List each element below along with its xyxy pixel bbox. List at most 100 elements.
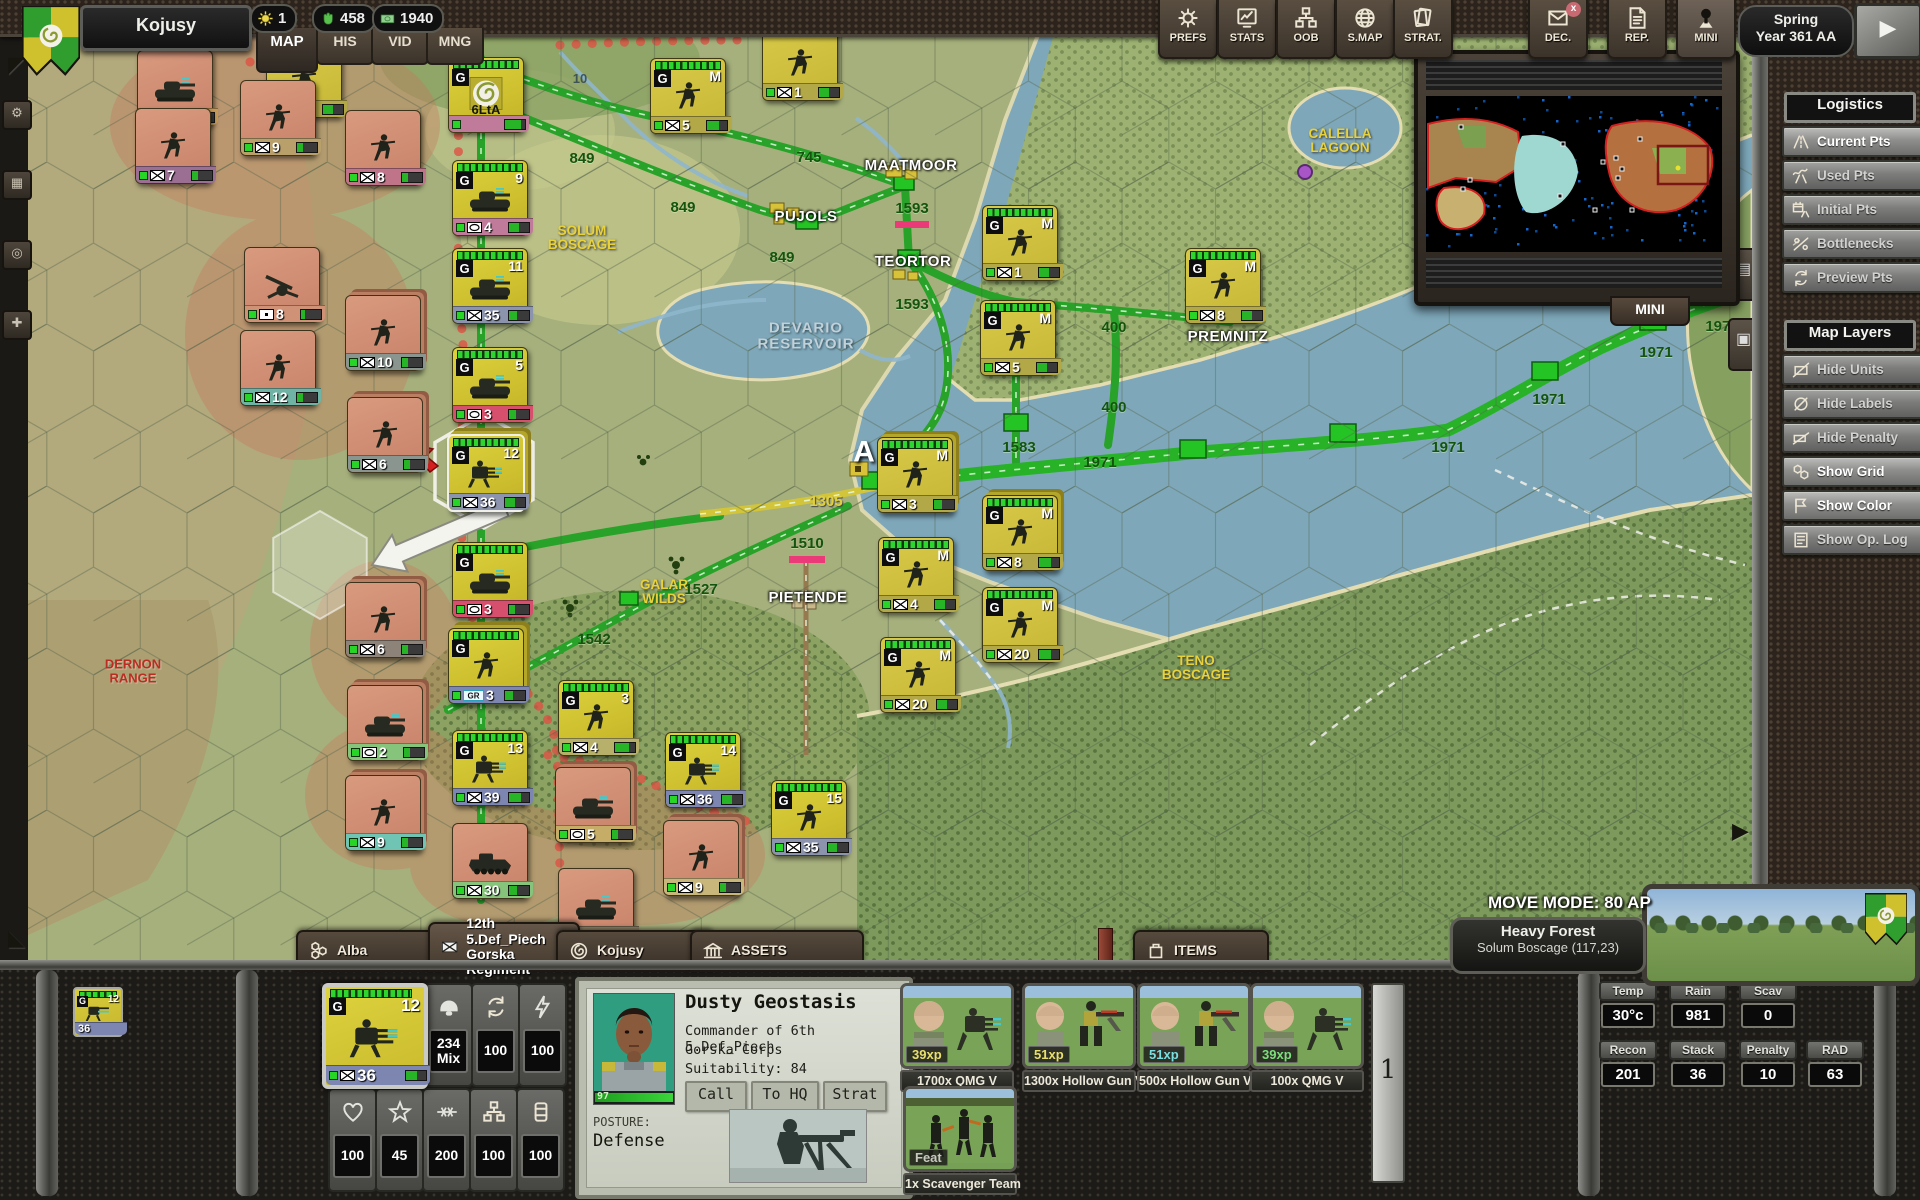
scroll-down-left-arrow[interactable]: ◣ xyxy=(8,925,25,951)
readiness-bar xyxy=(1241,310,1263,321)
sidebar-button-initial-pts[interactable]: Initial Pts xyxy=(1782,194,1920,225)
troop-card-1x-scavenger-team[interactable]: Feat1x Scavenger Team xyxy=(903,1086,1017,1195)
troop-card-500x-hollow-gun-v[interactable]: 51xp500x Hollow Gun V xyxy=(1137,983,1251,1092)
friendly-unit-counter-35[interactable]: G1535 xyxy=(771,780,847,856)
sidebar-button-current-pts[interactable]: Current Pts xyxy=(1782,126,1920,157)
counter-id: M xyxy=(1041,505,1053,521)
end-turn-button[interactable]: ▶ xyxy=(1854,3,1920,59)
stacked-unit-counter-small[interactable]: G1236 xyxy=(73,987,123,1037)
friendly-unit-counter-4[interactable]: G34 xyxy=(558,680,634,756)
friendly-unit-counter-5[interactable]: GM5 xyxy=(980,300,1056,376)
supply-dot xyxy=(456,410,465,419)
map-edge-tool-3[interactable]: ✚ xyxy=(2,310,32,340)
commander-strat-button[interactable]: Strat xyxy=(823,1081,887,1112)
map-tab-his[interactable]: HIS xyxy=(316,28,374,65)
enemy-unit-counter-8[interactable]: 8 xyxy=(244,247,320,323)
enemy-unit-counter-10[interactable]: 10 xyxy=(345,295,421,371)
svg-text:GR: GR xyxy=(468,691,480,700)
map-edge-tool-0[interactable]: ⚙ xyxy=(2,100,32,130)
troop-card-100x-qmg-v[interactable]: 39xp100x QMG V xyxy=(1250,983,1364,1092)
strength-band: 9 xyxy=(346,833,426,850)
sidebar-button-used-pts[interactable]: Used Pts xyxy=(1782,160,1920,191)
readiness-bar xyxy=(322,104,344,115)
troop-card-1700x-qmg-v[interactable]: 39xp1700x QMG V xyxy=(900,983,1014,1092)
menu-smap-button[interactable]: S.MAP xyxy=(1335,0,1395,59)
enemy-unit-counter-9[interactable]: 9 xyxy=(663,820,739,896)
sidebar-button-bottlenecks[interactable]: Bottlenecks xyxy=(1782,228,1920,259)
map-tab-vid[interactable]: VID xyxy=(371,28,429,65)
stat-barbed-wire: 200 xyxy=(422,1088,471,1192)
troop-list-scrollbar[interactable]: 1 xyxy=(1371,983,1405,1183)
friendly-unit-counter-3[interactable]: G3 xyxy=(452,542,528,618)
minimap-tab[interactable]: MINI xyxy=(1610,296,1690,326)
strength-band: 7 xyxy=(136,166,216,183)
enemy-unit-counter-9[interactable]: 9 xyxy=(345,775,421,851)
enemy-unit-counter-6[interactable]: 6 xyxy=(347,397,423,473)
stat-helmet: 234 Mix xyxy=(424,983,473,1087)
sidebar-button-hide-labels[interactable]: Hide Labels xyxy=(1782,388,1920,419)
menu-strat-button[interactable]: STRAT. xyxy=(1393,0,1453,59)
friendly-unit-counter-6LtA[interactable]: G6LtA xyxy=(448,57,524,133)
friendly-unit-counter-39[interactable]: G1339 xyxy=(452,730,528,806)
friendly-unit-counter-20[interactable]: GM20 xyxy=(982,587,1058,663)
map-edge-tool-2[interactable]: ◎ xyxy=(2,240,32,270)
sidebar-header-logistics: Logistics xyxy=(1784,92,1916,123)
friendly-unit-counter-1[interactable]: GM1 xyxy=(982,205,1058,281)
menu-stats-button[interactable]: STATS xyxy=(1217,0,1277,59)
friendly-unit-counter-20[interactable]: GM20 xyxy=(880,637,956,713)
commander-call-button[interactable]: Call xyxy=(685,1081,747,1112)
menu-mini-button[interactable]: MINI xyxy=(1676,0,1736,59)
enemy-unit-counter-9[interactable]: 9 xyxy=(240,80,316,156)
troop-card-1300x-hollow-gun-v[interactable]: 51xp1300x Hollow Gun V xyxy=(1022,983,1136,1092)
enemy-unit-counter-7[interactable]: 7 xyxy=(135,108,211,184)
minimap-canvas[interactable] xyxy=(1426,96,1722,252)
friendly-unit-counter-35[interactable]: G1135 xyxy=(452,248,528,324)
pipe-decoration xyxy=(1874,970,1896,1196)
sidebar-button-preview-pts[interactable]: Preview Pts xyxy=(1782,262,1920,293)
friendly-unit-counter-5[interactable]: GM5 xyxy=(650,58,726,134)
sidebar-button-hide-penalty[interactable]: Hide Penalty xyxy=(1782,422,1920,453)
friendly-unit-counter-8[interactable]: GM8 xyxy=(1185,248,1261,324)
selected-unit-counter-large[interactable]: G1236 xyxy=(322,983,428,1089)
friendly-unit-counter-8[interactable]: GM8 xyxy=(982,495,1058,571)
scroll-right-arrow[interactable]: ▶ xyxy=(1732,818,1749,844)
unit-art-inf xyxy=(365,418,405,457)
menu-oob-button[interactable]: OOB xyxy=(1276,0,1336,59)
friendly-unit-counter-3[interactable]: GGR3 xyxy=(448,628,524,704)
unit-art-tank xyxy=(573,891,619,926)
stat-value: 200 xyxy=(427,1134,466,1178)
strength-number: 9 xyxy=(695,880,703,894)
map-tab-map[interactable]: MAP xyxy=(256,28,318,73)
sidebar-button-show-op-log[interactable]: Show Op. Log xyxy=(1782,524,1920,555)
commander-tohq-button[interactable]: To HQ xyxy=(751,1081,819,1112)
map-edge-tool-1[interactable]: ▦ xyxy=(2,170,32,200)
menu-rep-button[interactable]: REP. xyxy=(1607,0,1667,59)
menu-prefs-button[interactable]: PREFS xyxy=(1158,0,1218,59)
enemy-unit-counter-12[interactable]: 12 xyxy=(240,330,316,406)
troop-xp-badge: 39xp xyxy=(906,1046,948,1063)
enemy-unit-counter-6[interactable]: 6 xyxy=(345,582,421,658)
sidebar-button-show-grid[interactable]: Show Grid xyxy=(1782,456,1920,487)
minimap-panel[interactable] xyxy=(1414,50,1740,306)
friendly-unit-counter-4[interactable]: GM4 xyxy=(878,537,954,613)
enemy-unit-counter-8[interactable]: 8 xyxy=(345,110,421,186)
enemy-unit-counter-5[interactable]: 5 xyxy=(555,767,631,843)
gauge-value: 10 xyxy=(1741,1062,1795,1087)
sidebar-button-show-color[interactable]: Show Color xyxy=(1782,490,1920,521)
friendly-unit-counter-3[interactable]: G53 xyxy=(452,347,528,423)
sidebar-button-hide-units[interactable]: Hide Units xyxy=(1782,354,1920,385)
gauge-label: Recon xyxy=(1599,1040,1657,1060)
counter-id: 3 xyxy=(621,690,629,706)
enemy-unit-counter-2[interactable]: 2 xyxy=(347,685,423,761)
menu-dec-button[interactable]: DEC.x xyxy=(1528,0,1588,59)
bottom-tab-label: Kojusy xyxy=(597,943,644,958)
map-tab-mng[interactable]: MNG xyxy=(426,28,484,65)
friendly-unit-counter-36[interactable]: G1236 xyxy=(447,434,525,512)
friendly-unit-counter-1[interactable]: 1 xyxy=(762,30,838,101)
readiness-bar xyxy=(1038,649,1060,660)
friendly-unit-counter-3[interactable]: GM3 xyxy=(877,437,953,513)
org-chart-icon xyxy=(481,1099,507,1125)
friendly-unit-counter-4[interactable]: G94 xyxy=(452,160,528,236)
friendly-unit-counter-36[interactable]: G1436 xyxy=(665,732,741,808)
enemy-unit-counter-30[interactable]: 30 xyxy=(452,823,528,899)
